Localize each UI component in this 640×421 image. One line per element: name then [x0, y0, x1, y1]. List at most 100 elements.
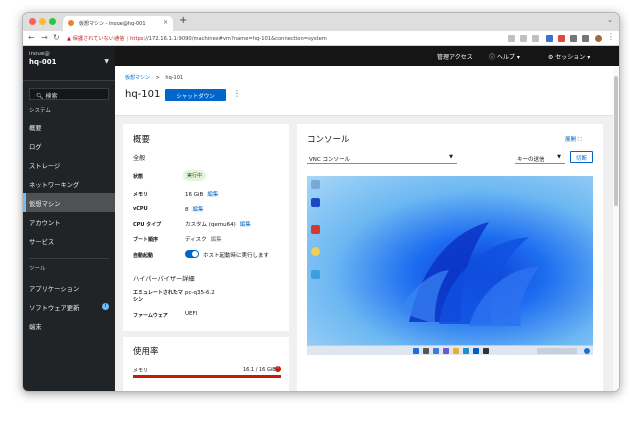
expand-label: 展開: [565, 137, 577, 143]
search-label: 検索: [45, 93, 58, 100]
url-scheme: https: [130, 36, 144, 42]
tab-list-chevron-icon[interactable]: ⌄: [607, 16, 613, 24]
vcpu-edit-link[interactable]: 編集: [193, 207, 204, 213]
memory-label: メモリ: [133, 192, 149, 198]
sidebar-item-virtual-machines[interactable]: 仮想マシン: [23, 193, 115, 212]
taskbar-folder-icon[interactable]: [453, 348, 459, 354]
taskbar-app-icon[interactable]: [473, 348, 479, 354]
sidebar-item-software-updates[interactable]: ソフトウェア更新 !: [23, 297, 115, 316]
firmware-value: UEFI: [185, 311, 198, 317]
vnc-console-screen[interactable]: [307, 176, 593, 355]
sidebar-group-system: システム: [29, 108, 51, 114]
taskbar-search-icon[interactable]: [423, 348, 429, 354]
desktop-app-icon[interactable]: [311, 225, 320, 234]
minimize-window-icon[interactable]: [39, 18, 46, 25]
sidepanel-icon[interactable]: [582, 35, 589, 42]
memory-edit-link[interactable]: 編集: [207, 192, 218, 198]
kebab-menu-button[interactable]: ⋮: [233, 89, 241, 98]
forward-icon[interactable]: →: [41, 33, 48, 42]
taskbar-app-icon[interactable]: [433, 348, 439, 354]
boot-order-text: ディスク: [185, 237, 207, 243]
autostart-toggle[interactable]: [185, 250, 199, 258]
extension-icon[interactable]: [558, 35, 565, 42]
sidebar-search[interactable]: 🔍︎ 検索: [29, 88, 109, 100]
console-title: コンソール: [307, 135, 350, 145]
sidebar-item-terminal[interactable]: 端末: [23, 316, 115, 335]
expand-button[interactable]: 展開 ⛶: [565, 135, 582, 144]
sidebar-item-accounts[interactable]: アカウント: [23, 212, 115, 231]
extension-icon[interactable]: [546, 35, 553, 42]
url-field[interactable]: ▲ 保護されていない通信 | https://172.16.1.1:9090/mac…: [67, 33, 469, 44]
desktop-app-icon[interactable]: [311, 198, 320, 207]
avatar[interactable]: [595, 35, 602, 42]
maximize-window-icon[interactable]: [49, 18, 56, 25]
memory-text: 16 GiB: [185, 192, 204, 198]
shutdown-button[interactable]: シャットダウン: [165, 89, 226, 101]
cpu-type-edit-link[interactable]: 編集: [240, 222, 251, 228]
breadcrumb-separator: >: [155, 75, 160, 81]
security-warning-label: 保護されていない通信: [72, 36, 125, 42]
session-menu[interactable]: ⚙ セッション ▾: [548, 52, 590, 61]
disconnect-button[interactable]: 切断: [570, 151, 593, 163]
system-tray[interactable]: [537, 348, 577, 354]
share-icon[interactable]: [520, 35, 527, 42]
main-scrollbar[interactable]: [613, 66, 619, 391]
tab-close-button[interactable]: ×: [163, 19, 168, 26]
help-label: ヘルプ: [496, 54, 515, 61]
overview-title: 概要: [133, 135, 151, 145]
taskbar-edge-icon[interactable]: [463, 348, 469, 354]
notification-icon[interactable]: [584, 348, 590, 354]
help-icon: ⓘ: [489, 54, 497, 61]
host-selector[interactable]: inoue@ hq-001 ▼: [23, 46, 115, 81]
main-content: 仮想マシン > hq-101 hq-101 シャットダウン ⋮ 概要 全般 状態…: [115, 66, 619, 391]
windows-bloom-wallpaper: [399, 222, 539, 326]
breadcrumb-vms-link[interactable]: 仮想マシン: [125, 75, 150, 81]
scrollbar-thumb[interactable]: [614, 76, 618, 206]
bookmark-star-icon[interactable]: [532, 35, 539, 42]
sidebar-item-networking[interactable]: ネットワーキング: [23, 174, 115, 193]
favicon-icon: [68, 20, 74, 26]
address-bar-row: ← → ↻ ▲ 保護されていない通信 | https://172.16.1.1:90…: [23, 31, 619, 46]
close-window-icon[interactable]: [29, 18, 36, 25]
taskbar-app-icon[interactable]: [443, 348, 449, 354]
boot-order-label: ブート順序: [133, 237, 159, 243]
send-key-select[interactable]: キーの送信 ▼: [515, 152, 565, 164]
usage-title: 使用率: [133, 347, 159, 357]
windows-taskbar: [307, 345, 593, 355]
cpu-type-text: カスタム (qemu64): [185, 222, 236, 228]
console-type-select[interactable]: VNC コンソール ▼: [307, 152, 457, 164]
sidebar-item-logs[interactable]: ログ: [23, 136, 115, 155]
menu-icon[interactable]: ⋮: [607, 32, 615, 41]
sidebar-item-storage[interactable]: ストレージ: [23, 155, 115, 174]
sidebar-item-applications[interactable]: アプリケーション: [23, 278, 115, 297]
host-user: inoue@: [29, 51, 50, 57]
sidebar: inoue@ hq-001 ▼ 🔍︎ 検索 システム 概要 ログ ストレージ ネ…: [23, 46, 115, 391]
usage-card: 使用率 メモリ 16.1 / 16 GiB !: [123, 337, 289, 391]
page-header: 仮想マシン > hq-101 hq-101 シャットダウン ⋮: [115, 66, 619, 116]
desktop-app-icon[interactable]: [311, 247, 320, 256]
emulated-machine-value: pc-q35-6.2: [185, 290, 215, 296]
new-tab-button[interactable]: +: [179, 15, 187, 26]
update-badge: !: [102, 303, 109, 310]
boot-order-edit-link[interactable]: 編集: [211, 237, 222, 243]
help-menu[interactable]: ⓘ ヘルプ ▾: [489, 52, 520, 61]
desktop-app-icon[interactable]: [311, 270, 320, 279]
back-icon[interactable]: ←: [28, 33, 35, 42]
breadcrumb: 仮想マシン > hq-101: [125, 74, 183, 81]
start-icon[interactable]: [413, 348, 419, 354]
puzzle-icon[interactable]: [570, 35, 577, 42]
vcpu-text: 8: [185, 207, 189, 213]
sidebar-item-services[interactable]: サービス: [23, 231, 115, 250]
google-lens-icon[interactable]: [508, 35, 515, 42]
usage-memory-label: メモリ: [133, 368, 149, 374]
recycle-bin-icon[interactable]: [311, 180, 320, 189]
taskbar-app-icon[interactable]: [483, 348, 489, 354]
admin-access-button[interactable]: 管理アクセス: [437, 52, 473, 61]
caret-down-icon: ▼: [557, 154, 561, 160]
reload-icon[interactable]: ↻: [53, 33, 60, 42]
console-type-value: VNC コンソール: [309, 157, 350, 163]
state-label: 状態: [133, 174, 144, 180]
sidebar-item-overview[interactable]: 概要: [23, 117, 115, 136]
browser-tab[interactable]: 仮想マシン - inoue@hq-001 ×: [63, 16, 173, 31]
vcpu-label: vCPU: [133, 206, 148, 212]
